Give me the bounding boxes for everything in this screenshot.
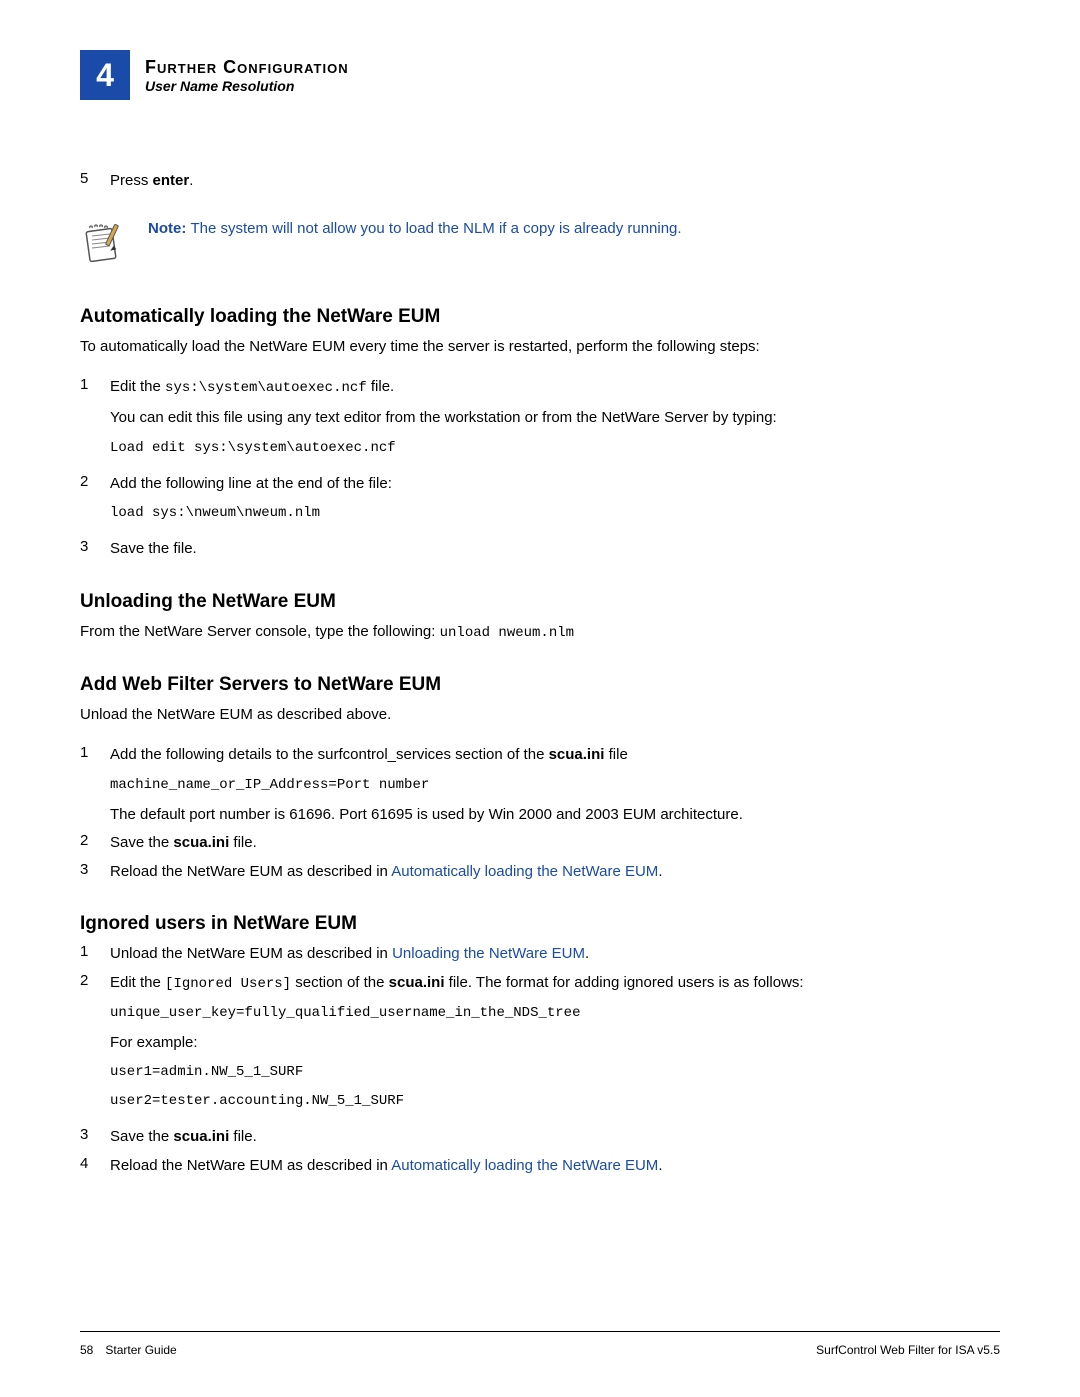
step-number: 3 [80,861,110,884]
addwf-step-3: 3 Reload the NetWare EUM as described in… [80,861,1000,884]
auto-step-3: 3 Save the file. [80,538,1000,561]
step-number: 2 [80,473,110,533]
text: You can edit this file using any text ed… [110,407,1000,430]
document-page: 4 Further Configuration User Name Resolu… [0,0,1080,1397]
text: file [604,746,627,763]
code-block: load sys:\nweum\nweum.nlm [110,503,1000,524]
ignored-step-4: 4 Reload the NetWare EUM as described in… [80,1155,1000,1178]
code-block: Load edit sys:\system\autoexec.ncf [110,438,1000,459]
note-block: Note: The system will not allow you to l… [80,218,1000,266]
footer-divider [80,1331,1000,1332]
text: Reload the NetWare EUM as described in [110,1157,391,1174]
bold-text: scua.ini [173,1128,229,1145]
header-text: Further Configuration User Name Resoluti… [145,57,349,94]
step-body: Reload the NetWare EUM as described in A… [110,861,1000,884]
text: The default port number is 61696. Port 6… [110,804,1000,827]
note-content: The system will not allow you to load th… [191,220,682,237]
paragraph: Unload the NetWare EUM as described abov… [80,704,1000,727]
code-block: user2=tester.accounting.NW_5_1_SURF [110,1091,1000,1112]
auto-step-2: 2 Add the following line at the end of t… [80,473,1000,533]
ignored-step-3: 3 Save the scua.ini file. [80,1126,1000,1149]
section-subtitle: User Name Resolution [145,78,349,94]
page-footer: 58 Starter Guide SurfControl Web Filter … [80,1343,1000,1357]
paragraph: From the NetWare Server console, type th… [80,621,1000,644]
step-body: Press enter. [110,170,1000,193]
ignored-step-1: 1 Unload the NetWare EUM as described in… [80,943,1000,966]
heading-ignored-users: Ignored users in NetWare EUM [80,913,1000,935]
paragraph: To automatically load the NetWare EUM ev… [80,336,1000,359]
text: Add the following line at the end of the… [110,475,392,492]
note-text: Note: The system will not allow you to l… [148,218,682,241]
chapter-number-box: 4 [80,50,130,100]
step-body: Save the scua.ini file. [110,1126,1000,1149]
bold-text: enter [153,172,190,189]
chapter-title: Further Configuration [145,57,349,78]
auto-step-1: 1 Edit the sys:\system\autoexec.ncf file… [80,376,1000,467]
step-5: 5 Press enter. [80,170,1000,193]
text: . [658,863,662,880]
step-body: Edit the [Ignored Users] section of the … [110,972,1000,1121]
addwf-step-1: 1 Add the following details to the surfc… [80,744,1000,826]
text: file. [367,378,395,395]
bold-text: scua.ini [389,974,445,991]
cross-reference-link[interactable]: Automatically loading the NetWare EUM [391,1157,658,1174]
inline-code: [Ignored Users] [165,976,291,992]
step-body: Save the file. [110,538,1000,561]
bold-text: scua.ini [549,746,605,763]
text: Edit the [110,974,165,991]
heading-auto-load: Automatically loading the NetWare EUM [80,306,1000,328]
bold-text: scua.ini [173,834,229,851]
text: . [189,172,193,189]
step-number: 1 [80,744,110,826]
page-header: 4 Further Configuration User Name Resolu… [80,50,1000,100]
step-body: Edit the sys:\system\autoexec.ncf file. … [110,376,1000,467]
ignored-step-2: 2 Edit the [Ignored Users] section of th… [80,972,1000,1121]
cross-reference-link[interactable]: Automatically loading the NetWare EUM [391,863,658,880]
step-number: 5 [80,170,110,193]
step-number: 3 [80,1126,110,1149]
text: Unload the NetWare EUM as described in [110,945,392,962]
step-body: Save the scua.ini file. [110,832,1000,855]
step-number: 2 [80,972,110,1121]
footer-left: 58 Starter Guide [80,1343,177,1357]
text: file. [229,1128,257,1145]
note-label: Note: [148,220,191,237]
step-body: Unload the NetWare EUM as described in U… [110,943,1000,966]
step-number: 3 [80,538,110,561]
text: Save the [110,1128,173,1145]
inline-code: sys:\system\autoexec.ncf [165,380,367,396]
step-number: 4 [80,1155,110,1178]
notepad-icon [80,218,128,266]
footer-guide-name: Starter Guide [105,1343,176,1357]
footer-product-name: SurfControl Web Filter for ISA v5.5 [816,1343,1000,1357]
step-body: Add the following line at the end of the… [110,473,1000,533]
step-number: 1 [80,376,110,467]
step-body: Add the following details to the surfcon… [110,744,1000,826]
code-block: unique_user_key=fully_qualified_username… [110,1003,1000,1024]
step-body: Reload the NetWare EUM as described in A… [110,1155,1000,1178]
addwf-step-2: 2 Save the scua.ini file. [80,832,1000,855]
step-number: 2 [80,832,110,855]
text: file. The format for adding ignored user… [445,974,804,991]
text: Edit the [110,378,165,395]
heading-unload: Unloading the NetWare EUM [80,591,1000,613]
text: From the NetWare Server console, type th… [80,623,440,640]
inline-code: unload nweum.nlm [440,625,574,641]
step-number: 1 [80,943,110,966]
page-number: 58 [80,1343,93,1357]
text: . [658,1157,662,1174]
cross-reference-link[interactable]: Unloading the NetWare EUM [392,945,585,962]
heading-add-servers: Add Web Filter Servers to NetWare EUM [80,674,1000,696]
code-block: user1=admin.NW_5_1_SURF [110,1062,1000,1083]
text: Save the [110,834,173,851]
text: For example: [110,1032,1000,1055]
text: file. [229,834,257,851]
text: Reload the NetWare EUM as described in [110,863,391,880]
text: Add the following details to the surfcon… [110,746,549,763]
text: . [585,945,589,962]
code-block: machine_name_or_IP_Address=Port number [110,775,1000,796]
text: section of the [291,974,389,991]
text: Press [110,172,153,189]
